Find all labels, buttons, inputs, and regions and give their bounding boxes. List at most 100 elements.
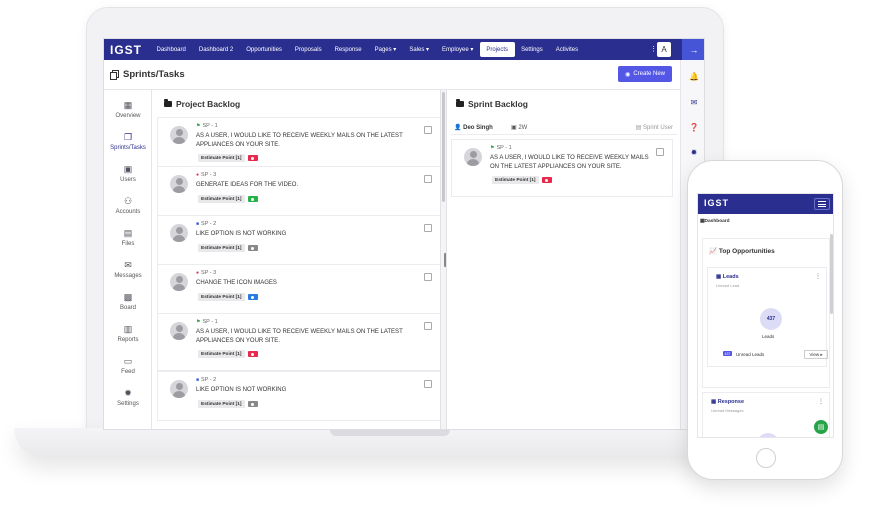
estimate-badge: Estimate Point [1] [198,350,245,358]
response-subtitle: Unread Messages [711,408,744,413]
story-point: ● SP - 3 [196,270,216,276]
backlog-card[interactable]: ■ SP - 2 LIKE OPTION IS NOT WORKING Estim… [157,215,441,265]
status-chip[interactable] [247,351,258,357]
select-checkbox[interactable] [424,322,432,330]
bug-icon: ● [196,172,200,178]
nav-employee[interactable]: Employee ▾ [436,42,480,57]
sidebar-item-label: Sprints/Tasks [110,145,146,151]
flag-icon: ⚑ [196,319,201,325]
story-point-text: SP - 3 [201,172,217,178]
status-chip[interactable] [247,155,258,161]
sidebar-item-accounts[interactable]: ⚇ Accounts [104,196,152,226]
select-checkbox[interactable] [424,224,432,232]
select-checkbox[interactable] [424,126,432,134]
flag-icon: ⚑ [196,123,201,129]
eye-icon: ◉ [625,71,631,78]
scrollbar-thumb[interactable] [442,92,445,202]
story-point-text: SP - 1 [202,319,218,325]
story-point-text: SP - 1 [496,145,512,151]
feed-icon: ▭ [123,356,133,366]
status-chip[interactable] [247,245,258,251]
status-chip[interactable] [541,177,552,183]
tag-row: Estimate Point [1] [198,244,258,252]
sidebar-item-board[interactable]: ▩ Board [104,292,152,322]
story-text: AS A USER, I WOULD LIKE TO RECEIVE WEEKL… [196,329,403,344]
story-point: ● SP - 3 [196,172,216,178]
help-icon[interactable]: ❓ [689,123,699,133]
sprint-user: ▤ Sprint User [635,125,673,131]
backlog-card[interactable]: ⚑ SP - 1 AS A USER, I WOULD LIKE TO RECEI… [157,117,441,167]
sidebar-item-feed[interactable]: ▭ Feed [104,356,152,386]
arrow-right-icon[interactable]: → [682,39,704,60]
backlog-card[interactable]: ● SP - 3 CHANGE THE ICON IMAGES Estimate … [157,264,441,314]
status-chip[interactable] [247,196,258,202]
create-new-button[interactable]: ◉ Create New [618,66,672,82]
nav-dashboard[interactable]: Dashboard [150,42,192,57]
avatar [170,273,188,291]
left-sidebar: ▦ Overview ❐ Sprints/Tasks ▣ Users ⚇ Acc… [104,90,152,429]
sidebar-item-label: Feed [121,369,135,375]
top-opportunities-card: 📈 Top Opportunities ▦ Leads Unread Lead … [702,238,830,388]
backlog-card[interactable]: ● SP - 3 GENERATE IDEAS FOR THE VIDEO. Es… [157,166,441,216]
panel-title-text: Project Backlog [176,99,241,109]
sidebar-item-settings[interactable]: ✹ Settings [104,388,152,418]
app-logo[interactable]: IGST [104,39,150,60]
sidebar-item-files[interactable]: ▤ Files [104,228,152,258]
view-button[interactable]: View ▸ [804,350,828,359]
laptop-notch [330,430,450,436]
select-checkbox[interactable] [656,148,664,156]
select-checkbox[interactable] [424,175,432,183]
kebab-icon[interactable]: ⋮ [818,398,824,405]
sidebar-item-sprints-tasks[interactable]: ❐ Sprints/Tasks [104,132,152,162]
nav-pages[interactable]: Pages ▾ [368,42,403,57]
sprint-card[interactable]: ⚑ SP - 1 AS A USER, I WOULD LIKE TO RECEI… [451,139,673,197]
story-text: LIKE OPTION IS NOT WORKING [196,231,287,237]
sprint-backlog-title: Sprint Backlog [456,99,528,109]
sprint-owner: 👤 Deo Singh [454,125,493,131]
status-chip[interactable] [247,401,258,407]
leads-count-label: Leads [762,334,775,339]
sidebar-item-overview[interactable]: ▦ Overview [104,100,152,130]
nav-projects[interactable]: Projects [479,42,515,57]
nav-activites[interactable]: Activites [549,42,584,57]
sidebar-item-reports[interactable]: ▥ Reports [104,324,152,354]
page-header: Sprints/Tasks ◉ Create New [104,60,680,90]
sidebar-item-label: Reports [117,337,139,343]
tag-row: Estimate Point [1] [198,293,258,301]
user-icon: ▣ [123,164,133,174]
nav-sales[interactable]: Sales ▾ [403,42,436,57]
story-point-text: SP - 2 [201,377,217,383]
avatar[interactable]: A [657,42,671,57]
sidebar-item-messages[interactable]: ✉ Messages [104,260,152,290]
phone-logo[interactable]: IGST [704,198,729,208]
response-count [757,433,779,437]
estimate-badge: Estimate Point [1] [198,195,245,203]
bell-icon[interactable]: 🔔 [689,72,699,82]
select-checkbox[interactable] [424,273,432,281]
breadcrumb-text: Dashboard [704,219,730,224]
phone-scrollbar[interactable] [830,234,833,314]
bug-icon: ● [196,270,200,276]
nav-dashboard-2[interactable]: Dashboard 2 [192,42,239,57]
kebab-icon[interactable]: ⋮ [815,273,821,280]
inbox-icon[interactable]: ✉ [689,98,699,108]
sprint-user-text: Sprint User [642,125,673,131]
notes-fab-icon[interactable]: ▤ [814,420,828,434]
nav-settings[interactable]: Settings [515,42,550,57]
nav-proposals[interactable]: Proposals [288,42,328,57]
nav-response[interactable]: Response [328,42,368,57]
nav-opportunities[interactable]: Opportunities [240,42,289,57]
more-dots-icon[interactable]: ⋮ [650,45,657,53]
select-checkbox[interactable] [424,380,432,388]
backlog-card[interactable]: ⚑ SP - 1 AS A USER, I WOULD LIKE TO RECEI… [157,313,441,371]
leads-subtitle: Unread Lead [716,283,740,288]
gear-icon[interactable]: ✹ [689,148,699,158]
status-chip[interactable] [247,294,258,300]
leads-count: 437 [760,308,782,330]
laptop-screen: IGST Dashboard Dashboard 2 Opportunities… [103,38,705,430]
folder-icon [164,99,172,107]
hamburger-icon[interactable] [814,198,830,210]
sidebar-item-users[interactable]: ▣ Users [104,164,152,194]
top-opportunities-title-text: Top Opportunities [718,248,775,255]
backlog-card[interactable]: ■ SP - 2 LIKE OPTION IS NOT WORKING Estim… [157,371,441,421]
